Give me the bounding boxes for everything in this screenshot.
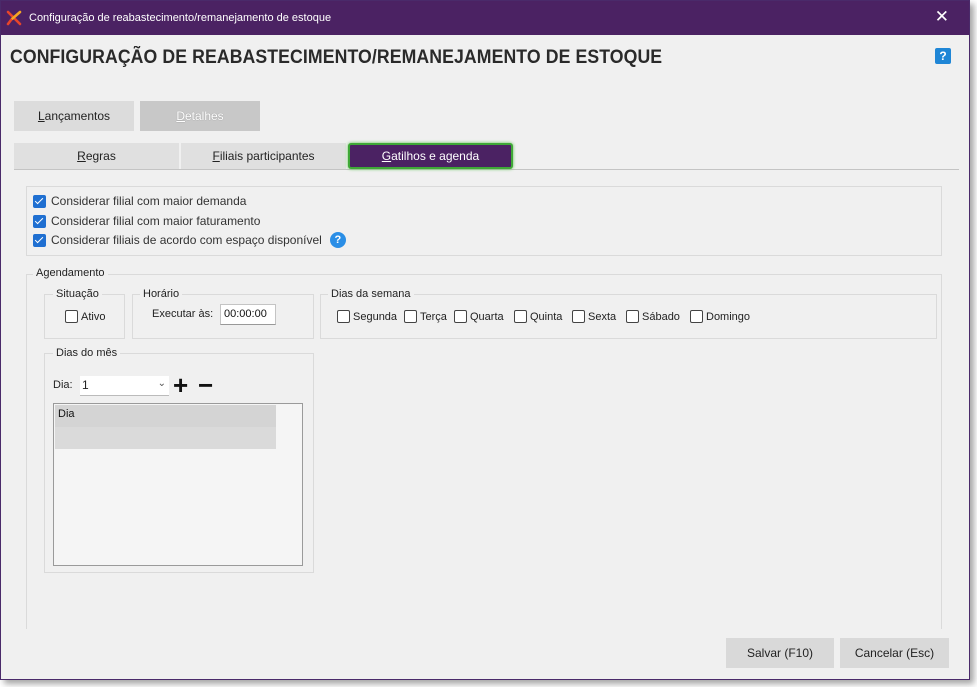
checkbox-ativo[interactable] (65, 310, 78, 323)
day-label: Terça (420, 310, 447, 323)
day-label: Quinta (530, 310, 563, 323)
checkbox-terca[interactable] (404, 310, 417, 323)
tab-lancamentos-label: ançamentos (44, 109, 111, 123)
tab-gatilhos-label: atilhos e agenda (391, 149, 480, 163)
day-label: Segunda (353, 310, 398, 323)
day-label: Sábado (642, 310, 680, 323)
tab-filiais-hotkey: F (212, 149, 220, 163)
day-terca[interactable]: Terça (404, 310, 447, 323)
dia-label: Dia: (53, 379, 73, 391)
day-sabado[interactable]: Sábado (626, 310, 680, 323)
tab-lancamentos[interactable]: Lançamentos (14, 101, 134, 131)
close-icon[interactable]: ✕ (935, 7, 949, 27)
cancel-button[interactable]: Cancelar (Esc) (840, 638, 949, 668)
ativo-checkbox-row[interactable]: Ativo (65, 310, 105, 323)
help-icon[interactable]: ? (935, 48, 951, 64)
checkbox-sabado[interactable] (626, 310, 639, 323)
checkbox-segunda[interactable] (337, 310, 350, 323)
tab-regras[interactable]: Regras (14, 143, 179, 169)
day-label: Domingo (706, 310, 751, 323)
option-label: Considerar filiais de acordo com espaço … (51, 233, 322, 247)
horario-legend: Horário (140, 288, 183, 300)
day-label: Quarta (470, 310, 504, 323)
minus-icon[interactable]: − (198, 372, 213, 398)
tab-gatilhos-e-agenda[interactable]: Gatilhos e agenda (348, 143, 513, 169)
day-quinta[interactable]: Quinta (514, 310, 562, 323)
day-quarta[interactable]: Quarta (454, 310, 504, 323)
table-row[interactable] (55, 427, 276, 449)
day-domingo[interactable]: Domingo (690, 310, 750, 323)
tab-filiais-label: iliais participantes (219, 149, 315, 163)
tab-filiais-participantes[interactable]: Filiais participantes (181, 143, 346, 169)
checkbox-sexta[interactable] (572, 310, 585, 323)
day-label: Sexta (588, 310, 617, 323)
subtabs-divider (14, 169, 959, 170)
checkbox-maior-faturamento[interactable] (33, 214, 46, 228)
checkbox-quarta[interactable] (454, 310, 467, 323)
config-window: Configuração de reabastecimento/remaneja… (0, 0, 970, 680)
question-icon[interactable]: ? (329, 232, 346, 248)
plus-icon[interactable]: + (173, 372, 188, 398)
tab-gatilhos-hotkey: G (381, 149, 392, 163)
checkbox-domingo[interactable] (690, 310, 703, 323)
tab-detalhes[interactable]: Detalhes (140, 101, 260, 131)
day-segunda[interactable]: Segunda (337, 310, 397, 323)
dia-select-value: 1 (82, 378, 89, 392)
checkbox-quinta[interactable] (514, 310, 527, 323)
dias-grid[interactable]: Dia (53, 403, 303, 566)
dia-select[interactable]: 1 ⌄ (80, 376, 169, 396)
tab-regras-hotkey: R (77, 149, 86, 163)
tab-regras-label: egras (85, 149, 116, 163)
dias-semana-legend: Dias da semana (328, 288, 414, 300)
situacao-legend: Situação (53, 288, 102, 300)
time-input[interactable]: 00:00:00 (220, 304, 276, 325)
grid-header-dia: Dia (55, 405, 276, 427)
page-title: CONFIGURAÇÃO DE REABASTECIMENTO/REMANEJA… (10, 47, 663, 68)
agendamento-legend: Agendamento (33, 267, 108, 279)
option-label: Considerar filial com maior demanda (51, 194, 247, 208)
ativo-label: Ativo (81, 310, 106, 323)
chevron-down-icon: ⌄ (157, 378, 166, 389)
option-maior-faturamento[interactable]: Considerar filial com maior faturamento (33, 213, 260, 229)
option-maior-demanda[interactable]: Considerar filial com maior demanda (33, 193, 246, 209)
x-logo-icon (6, 10, 22, 26)
save-button[interactable]: Salvar (F10) (726, 638, 834, 668)
dias-mes-legend: Dias do mês (53, 347, 121, 359)
option-label: Considerar filial com maior faturamento (51, 214, 261, 228)
tab-detalhes-hotkey: D (176, 109, 185, 123)
checkbox-espaco-disponivel[interactable] (33, 233, 46, 247)
tab-detalhes-label: etalhes (184, 109, 224, 123)
tab-lancamentos-hotkey: L (37, 109, 45, 123)
checkbox-maior-demanda[interactable] (33, 194, 46, 208)
title-bar[interactable]: Configuração de reabastecimento/remaneja… (1, 1, 969, 35)
option-espaco-disponivel[interactable]: Considerar filiais de acordo com espaço … (33, 232, 346, 248)
window-title: Configuração de reabastecimento/remaneja… (29, 12, 332, 24)
day-sexta[interactable]: Sexta (572, 310, 616, 323)
executar-label: Executar às: (152, 308, 214, 320)
options-group: Considerar filial com maior demanda Cons… (26, 186, 942, 256)
